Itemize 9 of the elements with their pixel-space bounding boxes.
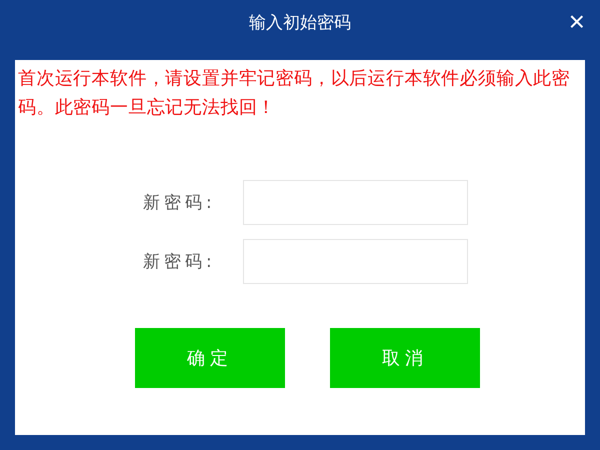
cancel-button[interactable]: 取消	[330, 328, 480, 388]
confirm-button[interactable]: 确定	[135, 328, 285, 388]
password-field[interactable]	[243, 180, 468, 225]
password-field[interactable]	[243, 239, 468, 284]
field-label: 新密码:	[143, 251, 217, 273]
window-title: 输入初始密码	[249, 12, 351, 34]
field-label: 新密码:	[143, 192, 217, 214]
warning-text: 首次运行本软件，请设置并牢记密码，以后运行本软件必须输入此密码。此密码一旦忘记无法找回！	[18, 67, 571, 120]
close-button[interactable]: ×	[564, 8, 589, 36]
